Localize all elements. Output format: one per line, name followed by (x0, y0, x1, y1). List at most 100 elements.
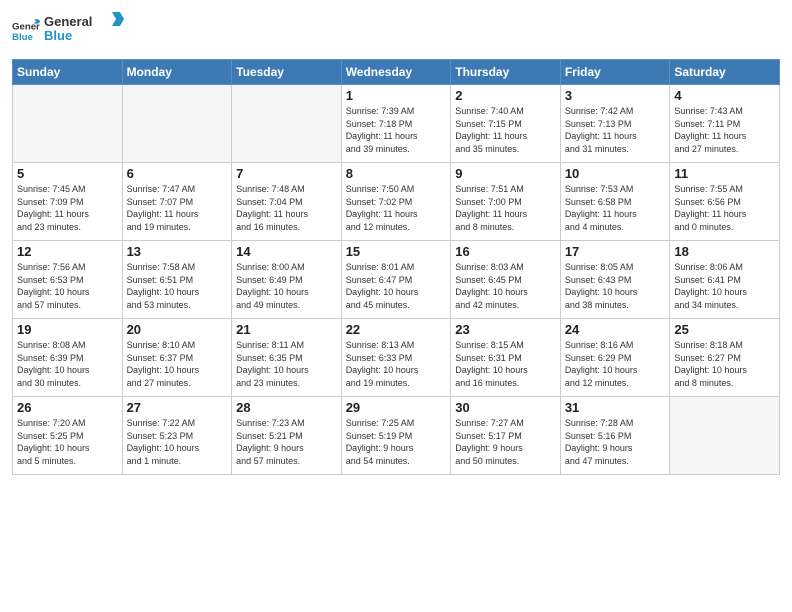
day-number: 9 (455, 166, 556, 181)
calendar-cell: 14 Sunrise: 8:00 AM Sunset: 6:49 PM Dayli… (232, 241, 342, 319)
calendar-cell: 19 Sunrise: 8:08 AM Sunset: 6:39 PM Dayli… (13, 319, 123, 397)
day-info: Sunrise: 7:28 AM Sunset: 5:16 PM Dayligh… (565, 417, 666, 467)
weekday-header-thursday: Thursday (451, 60, 561, 85)
day-info: Sunrise: 7:45 AM Sunset: 7:09 PM Dayligh… (17, 183, 118, 233)
day-number: 7 (236, 166, 337, 181)
week-row-2: 12Sunrise: 7:56 AM Sunset: 6:53 PM Dayli… (13, 241, 780, 319)
day-number: 14 (236, 244, 337, 259)
day-number: 30 (455, 400, 556, 415)
calendar-cell: 24 Sunrise: 8:16 AM Sunset: 6:29 PM Dayli… (560, 319, 670, 397)
calendar-cell: 21 Sunrise: 8:11 AM Sunset: 6:35 PM Dayli… (232, 319, 342, 397)
svg-text:General: General (44, 14, 92, 29)
calendar-cell: 18 Sunrise: 8:06 AM Sunset: 6:41 PM Dayli… (670, 241, 780, 319)
day-number: 26 (17, 400, 118, 415)
day-info: Sunrise: 7:58 AM Sunset: 6:51 PM Dayligh… (127, 261, 228, 311)
day-number: 8 (346, 166, 447, 181)
calendar-cell (122, 85, 232, 163)
weekday-header-wednesday: Wednesday (341, 60, 451, 85)
calendar-cell (232, 85, 342, 163)
day-number: 28 (236, 400, 337, 415)
calendar-cell: 17Sunrise: 8:05 AM Sunset: 6:43 PM Dayli… (560, 241, 670, 319)
day-info: Sunrise: 7:40 AM Sunset: 7:15 PM Dayligh… (455, 105, 556, 155)
day-info: Sunrise: 7:23 AM Sunset: 5:21 PM Dayligh… (236, 417, 337, 467)
day-number: 16 (455, 244, 556, 259)
calendar-cell: 12Sunrise: 7:56 AM Sunset: 6:53 PM Dayli… (13, 241, 123, 319)
calendar-cell: 28 Sunrise: 7:23 AM Sunset: 5:21 PM Dayli… (232, 397, 342, 475)
day-info: Sunrise: 7:47 AM Sunset: 7:07 PM Dayligh… (127, 183, 228, 233)
day-number: 3 (565, 88, 666, 103)
calendar-cell: 20 Sunrise: 8:10 AM Sunset: 6:37 PM Dayli… (122, 319, 232, 397)
calendar-cell: 6Sunrise: 7:47 AM Sunset: 7:07 PM Daylig… (122, 163, 232, 241)
calendar-cell: 8 Sunrise: 7:50 AM Sunset: 7:02 PM Daylig… (341, 163, 451, 241)
weekday-header-saturday: Saturday (670, 60, 780, 85)
day-number: 15 (346, 244, 447, 259)
day-number: 19 (17, 322, 118, 337)
day-info: Sunrise: 7:22 AM Sunset: 5:23 PM Dayligh… (127, 417, 228, 467)
day-info: Sunrise: 8:06 AM Sunset: 6:41 PM Dayligh… (674, 261, 775, 311)
day-info: Sunrise: 7:20 AM Sunset: 5:25 PM Dayligh… (17, 417, 118, 467)
week-row-1: 5Sunrise: 7:45 AM Sunset: 7:09 PM Daylig… (13, 163, 780, 241)
day-info: Sunrise: 7:43 AM Sunset: 7:11 PM Dayligh… (674, 105, 775, 155)
logo-icon: General Blue (12, 17, 40, 45)
calendar-cell: 29 Sunrise: 7:25 AM Sunset: 5:19 PM Dayli… (341, 397, 451, 475)
logo: General Blue General Blue (12, 10, 124, 51)
day-number: 1 (346, 88, 447, 103)
calendar-cell (13, 85, 123, 163)
day-info: Sunrise: 8:15 AM Sunset: 6:31 PM Dayligh… (455, 339, 556, 389)
day-info: Sunrise: 8:01 AM Sunset: 6:47 PM Dayligh… (346, 261, 447, 311)
calendar-cell: 23 Sunrise: 8:15 AM Sunset: 6:31 PM Dayli… (451, 319, 561, 397)
calendar-cell: 31 Sunrise: 7:28 AM Sunset: 5:16 PM Dayli… (560, 397, 670, 475)
day-info: Sunrise: 7:42 AM Sunset: 7:13 PM Dayligh… (565, 105, 666, 155)
day-number: 23 (455, 322, 556, 337)
day-info: Sunrise: 8:03 AM Sunset: 6:45 PM Dayligh… (455, 261, 556, 311)
day-number: 2 (455, 88, 556, 103)
weekday-header-row: SundayMondayTuesdayWednesdayThursdayFrid… (13, 60, 780, 85)
day-number: 31 (565, 400, 666, 415)
day-info: Sunrise: 8:00 AM Sunset: 6:49 PM Dayligh… (236, 261, 337, 311)
day-number: 21 (236, 322, 337, 337)
svg-text:Blue: Blue (12, 31, 33, 42)
calendar-cell: 4 Sunrise: 7:43 AM Sunset: 7:11 PM Daylig… (670, 85, 780, 163)
day-info: Sunrise: 7:39 AM Sunset: 7:18 PM Dayligh… (346, 105, 447, 155)
weekday-header-monday: Monday (122, 60, 232, 85)
calendar-cell: 30 Sunrise: 7:27 AM Sunset: 5:17 PM Dayli… (451, 397, 561, 475)
calendar-cell: 25Sunrise: 8:18 AM Sunset: 6:27 PM Dayli… (670, 319, 780, 397)
day-info: Sunrise: 8:08 AM Sunset: 6:39 PM Dayligh… (17, 339, 118, 389)
day-info: Sunrise: 8:10 AM Sunset: 6:37 PM Dayligh… (127, 339, 228, 389)
day-info: Sunrise: 7:53 AM Sunset: 6:58 PM Dayligh… (565, 183, 666, 233)
page: General Blue General Blue SundayMondayTu… (0, 0, 792, 612)
day-info: Sunrise: 7:48 AM Sunset: 7:04 PM Dayligh… (236, 183, 337, 233)
weekday-header-sunday: Sunday (13, 60, 123, 85)
day-number: 27 (127, 400, 228, 415)
day-number: 18 (674, 244, 775, 259)
day-number: 22 (346, 322, 447, 337)
week-row-4: 26 Sunrise: 7:20 AM Sunset: 5:25 PM Dayli… (13, 397, 780, 475)
calendar-cell: 10 Sunrise: 7:53 AM Sunset: 6:58 PM Dayli… (560, 163, 670, 241)
day-info: Sunrise: 8:13 AM Sunset: 6:33 PM Dayligh… (346, 339, 447, 389)
header: General Blue General Blue (12, 10, 780, 51)
calendar-cell: 22 Sunrise: 8:13 AM Sunset: 6:33 PM Dayli… (341, 319, 451, 397)
calendar-cell: 2 Sunrise: 7:40 AM Sunset: 7:15 PM Daylig… (451, 85, 561, 163)
week-row-0: 1 Sunrise: 7:39 AM Sunset: 7:18 PM Daylig… (13, 85, 780, 163)
calendar-cell: 7 Sunrise: 7:48 AM Sunset: 7:04 PM Daylig… (232, 163, 342, 241)
week-row-3: 19 Sunrise: 8:08 AM Sunset: 6:39 PM Dayli… (13, 319, 780, 397)
day-number: 29 (346, 400, 447, 415)
day-info: Sunrise: 7:25 AM Sunset: 5:19 PM Dayligh… (346, 417, 447, 467)
calendar-table: SundayMondayTuesdayWednesdayThursdayFrid… (12, 59, 780, 475)
svg-text:Blue: Blue (44, 28, 72, 43)
day-info: Sunrise: 8:11 AM Sunset: 6:35 PM Dayligh… (236, 339, 337, 389)
day-number: 20 (127, 322, 228, 337)
day-number: 25 (674, 322, 775, 337)
day-number: 4 (674, 88, 775, 103)
day-number: 17 (565, 244, 666, 259)
calendar-cell: 11Sunrise: 7:55 AM Sunset: 6:56 PM Dayli… (670, 163, 780, 241)
day-number: 24 (565, 322, 666, 337)
calendar-cell: 13Sunrise: 7:58 AM Sunset: 6:51 PM Dayli… (122, 241, 232, 319)
day-info: Sunrise: 8:16 AM Sunset: 6:29 PM Dayligh… (565, 339, 666, 389)
calendar-cell: 9Sunrise: 7:51 AM Sunset: 7:00 PM Daylig… (451, 163, 561, 241)
day-number: 10 (565, 166, 666, 181)
calendar-cell: 1 Sunrise: 7:39 AM Sunset: 7:18 PM Daylig… (341, 85, 451, 163)
calendar-cell: 26 Sunrise: 7:20 AM Sunset: 5:25 PM Dayli… (13, 397, 123, 475)
day-info: Sunrise: 7:50 AM Sunset: 7:02 PM Dayligh… (346, 183, 447, 233)
day-info: Sunrise: 7:27 AM Sunset: 5:17 PM Dayligh… (455, 417, 556, 467)
